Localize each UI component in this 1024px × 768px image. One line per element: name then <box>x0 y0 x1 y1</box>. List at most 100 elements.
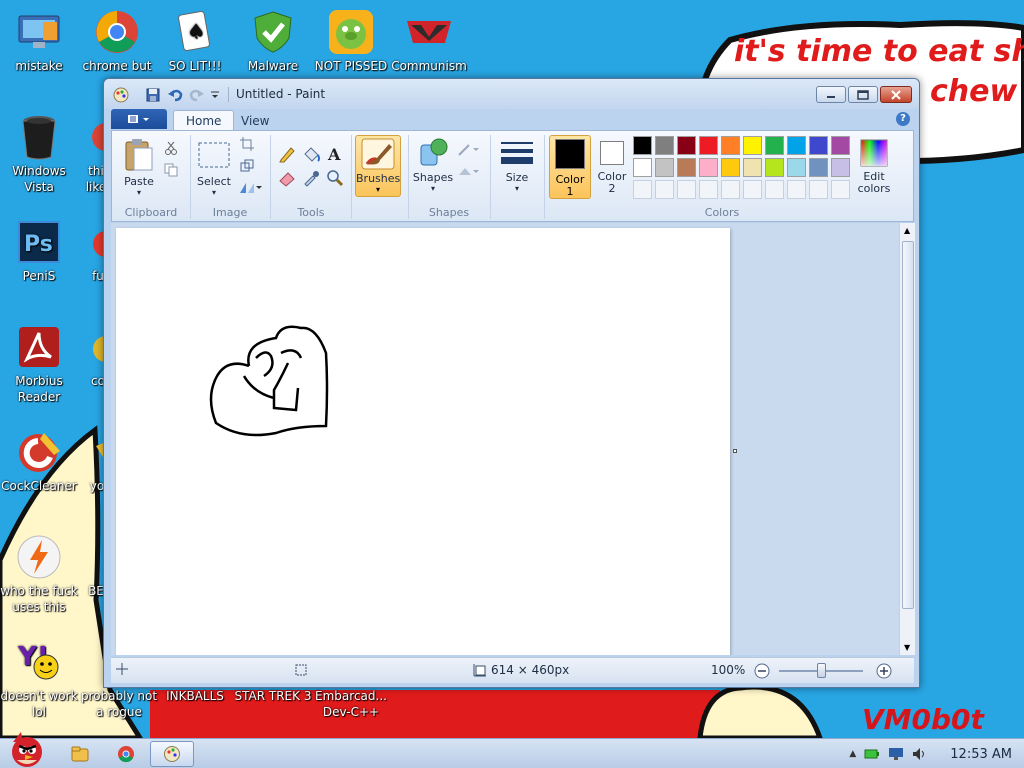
desktop-icon-solitaire[interactable]: ♠ SO LIT!!! <box>156 8 234 74</box>
palette-swatch[interactable] <box>721 158 740 177</box>
customize-toolbar-icon[interactable] <box>208 87 222 103</box>
scrollbar-thumb[interactable] <box>902 241 914 609</box>
palette-swatch[interactable] <box>743 136 762 155</box>
magnifier-icon[interactable] <box>324 167 345 188</box>
pencil-icon[interactable] <box>276 143 297 164</box>
copy-icon[interactable] <box>160 159 181 180</box>
palette-swatch[interactable] <box>655 136 674 155</box>
text-icon[interactable]: A <box>324 143 345 164</box>
scroll-up-icon[interactable]: ▲ <box>904 226 910 235</box>
desktop-icon-penis[interactable]: Ps PeniS <box>0 218 78 284</box>
palette-swatch[interactable] <box>831 158 850 177</box>
desktop-icon-communism[interactable]: Communism <box>390 8 468 74</box>
volume-icon[interactable] <box>912 747 928 761</box>
taskbar-paint[interactable] <box>150 741 194 767</box>
vertical-scrollbar[interactable]: ▲ ▼ <box>899 223 915 655</box>
battery-icon[interactable] <box>864 747 880 761</box>
canvas-workspace <box>111 223 899 655</box>
custom-color-slot[interactable] <box>721 180 740 199</box>
palette-swatch[interactable] <box>633 136 652 155</box>
desktop-icon-yahoo[interactable]: Y! doesn't work lol <box>0 638 78 720</box>
system-tray: ▲ 12:53 AM <box>849 739 1012 768</box>
palette-swatch[interactable] <box>787 136 806 155</box>
minimize-button[interactable] <box>816 86 846 103</box>
save-icon[interactable] <box>144 87 162 103</box>
palette-swatch[interactable] <box>677 136 696 155</box>
desktop-icon-windows-vista[interactable]: Windows Vista <box>0 113 78 195</box>
custom-color-slot[interactable] <box>655 180 674 199</box>
resize-icon[interactable] <box>236 155 257 176</box>
fill-shape-icon[interactable] <box>456 161 484 182</box>
inkball-icon: INKBALLS <box>166 689 224 703</box>
palette-swatch[interactable] <box>699 158 718 177</box>
desktop-icon-malware[interactable]: Malware <box>234 8 312 74</box>
desktop-icon-not-pissed[interactable]: NOT PISSED <box>312 8 390 74</box>
canvas-resize-handle[interactable] <box>733 449 737 453</box>
redo-icon[interactable] <box>188 87 206 103</box>
tab-view[interactable]: View <box>229 110 281 131</box>
desktop-icon-cockcleaner[interactable]: CockCleaner <box>0 428 78 494</box>
network-icon[interactable] <box>888 747 904 761</box>
scroll-down-icon[interactable]: ▼ <box>904 643 910 652</box>
drawing-canvas[interactable] <box>116 228 730 655</box>
custom-color-slot[interactable] <box>677 180 696 199</box>
select-button[interactable]: Select ▾ <box>196 135 232 197</box>
paste-button[interactable]: Paste ▾ <box>118 135 160 197</box>
palette-swatch[interactable] <box>809 136 828 155</box>
paint-window[interactable]: Untitled - Paint Home View ? Paste ▾ Cli… <box>103 78 920 688</box>
desktop-icon-star-trek[interactable]: STAR TREK 3 <box>234 688 312 704</box>
zoom-out-button[interactable] <box>754 663 770 679</box>
custom-color-slot[interactable] <box>699 180 718 199</box>
palette-swatch[interactable] <box>765 158 784 177</box>
taskbar-chrome[interactable] <box>104 741 148 767</box>
maximize-button[interactable] <box>848 86 878 103</box>
shapes-button[interactable]: Shapes ▾ <box>412 135 454 193</box>
palette-swatch[interactable] <box>721 136 740 155</box>
outline-icon[interactable] <box>456 139 484 160</box>
desktop-icon-morbius-reader[interactable]: Morbius Reader <box>0 323 78 405</box>
start-button[interactable] <box>0 729 52 768</box>
file-menu-button[interactable] <box>111 109 167 129</box>
tab-home[interactable]: Home <box>173 110 235 131</box>
color-2-button[interactable]: Color 2 <box>593 135 631 195</box>
desktop-icon-devcpp[interactable]: Embarcad... Dev-C++ <box>312 688 390 720</box>
rotate-icon[interactable] <box>236 177 264 198</box>
crop-icon[interactable] <box>236 133 257 154</box>
show-hidden-icons[interactable]: ▲ <box>849 749 856 759</box>
custom-color-slot[interactable] <box>765 180 784 199</box>
zoom-in-button[interactable] <box>876 663 892 679</box>
edit-colors-button[interactable]: Edit colors <box>853 135 895 195</box>
fill-icon[interactable] <box>300 143 321 164</box>
palette-swatch[interactable] <box>655 158 674 177</box>
palette-swatch[interactable] <box>699 136 718 155</box>
title-bar[interactable]: Untitled - Paint <box>104 79 919 109</box>
paint-app-icon[interactable] <box>112 87 130 103</box>
palette-swatch[interactable] <box>633 158 652 177</box>
eraser-icon[interactable] <box>276 167 297 188</box>
palette-swatch[interactable] <box>787 158 806 177</box>
palette-swatch[interactable] <box>765 136 784 155</box>
brushes-button[interactable]: Brushes ▾ <box>355 135 401 197</box>
clock[interactable]: 12:53 AM <box>950 747 1012 762</box>
desktop-icon-inkballs[interactable]: INKBALLS <box>156 688 234 704</box>
custom-color-slot[interactable] <box>809 180 828 199</box>
custom-color-slot[interactable] <box>831 180 850 199</box>
undo-icon[interactable] <box>166 87 184 103</box>
palette-swatch[interactable] <box>677 158 696 177</box>
desktop-icon-winamp[interactable]: who the fuck uses this <box>0 533 78 615</box>
custom-color-slot[interactable] <box>787 180 806 199</box>
custom-color-slot[interactable] <box>633 180 652 199</box>
close-button[interactable] <box>880 86 912 103</box>
size-button[interactable]: Size ▾ <box>496 135 538 193</box>
palette-swatch[interactable] <box>809 158 828 177</box>
zoom-slider-thumb[interactable] <box>817 663 826 678</box>
custom-color-slot[interactable] <box>743 180 762 199</box>
palette-swatch[interactable] <box>743 158 762 177</box>
color-1-button[interactable]: Color 1 <box>549 135 591 199</box>
color-picker-icon[interactable] <box>300 167 321 188</box>
help-icon[interactable]: ? <box>896 112 910 126</box>
taskbar-explorer[interactable] <box>58 741 102 767</box>
palette-swatch[interactable] <box>831 136 850 155</box>
cut-icon[interactable] <box>160 137 181 158</box>
desktop-icon-mistake[interactable]: mistake <box>0 8 78 74</box>
